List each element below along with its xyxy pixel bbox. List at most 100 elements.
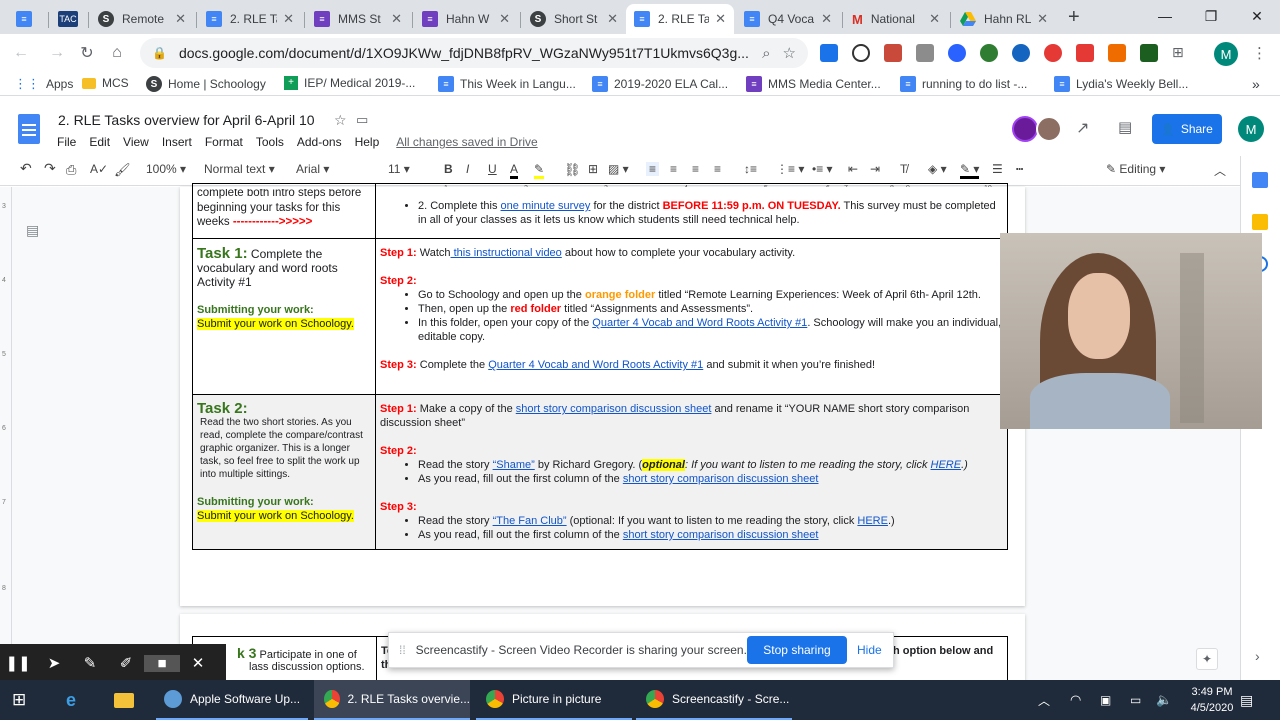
close-icon[interactable]: ✕ (391, 11, 402, 27)
bookmark-item[interactable]: ≡ This Week in Langu... (438, 76, 576, 92)
camera-icon[interactable]: ■ (144, 654, 180, 672)
wifi-icon[interactable]: ◠ (1070, 680, 1081, 720)
zoom-select[interactable]: 100% ▾ (146, 162, 186, 176)
collaborator-avatar[interactable] (1012, 116, 1038, 142)
extension-icon[interactable] (948, 44, 966, 62)
extension-icon[interactable] (916, 44, 934, 62)
bookmark-item[interactable]: S Home | Schoology (146, 76, 266, 92)
calendar-icon[interactable] (1252, 172, 1268, 188)
paint-format-icon[interactable]: 🖌 (114, 162, 131, 178)
menu-edit[interactable]: Edit (89, 135, 110, 149)
star-icon[interactable]: ☆ (783, 44, 796, 62)
close-window-icon[interactable]: ✕ (1234, 0, 1280, 32)
drag-handle-icon[interactable]: ⁞⁞ (399, 643, 406, 657)
print-icon[interactable]: ⎙ (66, 162, 76, 178)
border-width-icon[interactable]: ☰ (992, 162, 1003, 176)
extension-icon[interactable] (1012, 44, 1030, 62)
spellcheck-icon[interactable]: A✓ (90, 162, 108, 176)
align-center-icon[interactable]: ≡ (670, 162, 677, 176)
stop-sharing-button[interactable]: Stop sharing (747, 636, 847, 664)
align-justify-icon[interactable]: ≡ (714, 162, 721, 176)
expand-panel-icon[interactable]: › (1255, 648, 1260, 664)
bulleted-list-icon[interactable]: •≡ ▾ (812, 162, 833, 176)
minimize-icon[interactable]: — (1142, 0, 1188, 32)
back-icon[interactable]: ← (10, 42, 32, 64)
menu-addons[interactable]: Add-ons (297, 135, 342, 149)
browser-tab-docs[interactable]: ≡ (8, 4, 46, 34)
extension-icon[interactable] (1140, 44, 1158, 62)
browser-tab-tac[interactable]: TAC (50, 4, 86, 34)
browser-tab-active[interactable]: ≡ 2. RLE Ta ✕ (626, 4, 734, 34)
redo-icon[interactable]: ↷ (44, 160, 56, 177)
menu-view[interactable]: View (123, 135, 149, 149)
document-page[interactable]: complete both intro steps before beginni… (180, 183, 1025, 606)
restore-icon[interactable]: ❐ (1188, 0, 1234, 32)
fan-club-story-link[interactable]: “The Fan Club” (493, 515, 567, 527)
close-icon[interactable]: ✕ (283, 11, 294, 27)
webcam-video[interactable] (1000, 233, 1262, 429)
forward-icon[interactable]: → (46, 42, 68, 64)
collapse-toolbar-icon[interactable]: ︿ (1214, 162, 1226, 179)
tray-chevron-icon[interactable]: ︿ (1038, 680, 1050, 720)
comment-add-icon[interactable]: ⊞ (588, 162, 598, 176)
close-icon[interactable]: ✕ (929, 11, 940, 27)
browser-tab[interactable]: S Short St ✕ (522, 4, 626, 34)
cursor-icon[interactable]: ➤ (36, 654, 72, 672)
clear-formatting-icon[interactable]: T̸ (900, 162, 907, 176)
taskbar-item[interactable]: Apple Software Up... (156, 680, 308, 720)
browser-tab[interactable]: M National ✕ (844, 4, 948, 34)
browser-tab[interactable]: ≡ Hahn W ✕ (414, 4, 518, 34)
move-folder-icon[interactable]: ▭ (356, 112, 368, 128)
style-select[interactable]: Normal text ▾ (204, 162, 275, 176)
address-bar[interactable]: 🔒 docs.google.com/document/d/1XO9JKWw_fd… (140, 38, 808, 68)
extension-icon[interactable] (1076, 44, 1094, 62)
pen-icon[interactable]: ✎ (72, 654, 108, 672)
docs-logo-icon[interactable] (18, 114, 40, 144)
taskbar-item[interactable]: Screencastify - Scre... (636, 680, 792, 720)
document-outline-icon[interactable]: ▤ (26, 222, 39, 239)
file-explorer-icon[interactable] (114, 680, 134, 720)
italic-icon[interactable]: I (466, 162, 469, 176)
vocab-activity-link[interactable]: Quarter 4 Vocab and Word Roots Activity … (488, 359, 703, 371)
browser-tab[interactable]: S Remote ✕ (90, 4, 194, 34)
editing-mode-select[interactable]: ✎ Editing ▾ (1106, 162, 1165, 176)
font-size-select[interactable]: 11 ▾ (388, 162, 410, 176)
bookmarks-overflow-icon[interactable]: » (1252, 76, 1260, 92)
intro-left-cell[interactable]: complete both intro steps before beginni… (192, 183, 376, 239)
reload-icon[interactable]: ↻ (76, 42, 98, 64)
task2-right-cell[interactable]: Step 1: Make a copy of the short story c… (375, 394, 1008, 550)
task1-left-cell[interactable]: Task 1: Complete the vocabulary and word… (192, 238, 376, 395)
align-right-icon[interactable]: ≡ (692, 162, 699, 176)
align-left-icon[interactable]: ≡ (646, 162, 660, 176)
collaborator-avatar[interactable] (1036, 116, 1062, 142)
bookmark-item[interactable]: ≡ running to do list -... (900, 76, 1027, 92)
discussion-sheet-link[interactable]: short story comparison discussion sheet (623, 529, 819, 541)
bookmark-item[interactable]: ≡ Lydia's Weekly Bell... (1054, 76, 1188, 92)
browser-tab[interactable]: Hahn RL ✕ (952, 4, 1056, 34)
edge-icon[interactable]: e (66, 680, 76, 720)
close-icon[interactable]: ✕ (715, 11, 726, 27)
new-tab-icon[interactable]: + (1068, 6, 1080, 29)
menu-insert[interactable]: Insert (162, 135, 192, 149)
shame-story-link[interactable]: “Shame” (493, 459, 535, 471)
extension-icon[interactable] (1108, 44, 1126, 62)
share-button[interactable]: 👤 Share (1152, 114, 1222, 144)
text-color-icon[interactable]: A (510, 162, 519, 179)
taskbar-item[interactable]: 2. RLE Tasks overvie... (314, 680, 470, 720)
notifications-icon[interactable]: ▤ (1240, 680, 1253, 720)
cell-fill-icon[interactable]: ◈ ▾ (928, 162, 947, 176)
undo-icon[interactable]: ↶ (20, 160, 32, 177)
discussion-sheet-link[interactable]: short story comparison discussion sheet (623, 473, 819, 485)
underline-icon[interactable]: U (488, 162, 497, 176)
bookmark-item[interactable]: + IEP/ Medical 2019-... (284, 76, 415, 90)
close-icon[interactable]: ✕ (821, 11, 832, 27)
discussion-sheet-link[interactable]: short story comparison discussion sheet (516, 403, 712, 415)
vocab-activity-link[interactable]: Quarter 4 Vocab and Word Roots Activity … (592, 317, 807, 329)
pause-icon[interactable]: ❚❚ (0, 654, 36, 672)
close-icon[interactable]: ✕ (1037, 11, 1048, 27)
bold-icon[interactable]: B (444, 162, 453, 176)
close-icon[interactable]: ✕ (607, 11, 618, 27)
activity-trend-icon[interactable]: ↗ (1076, 118, 1089, 138)
browser-tab[interactable]: ≡ 2. RLE Ta ✕ (198, 4, 302, 34)
close-icon[interactable]: ✕ (499, 11, 510, 27)
